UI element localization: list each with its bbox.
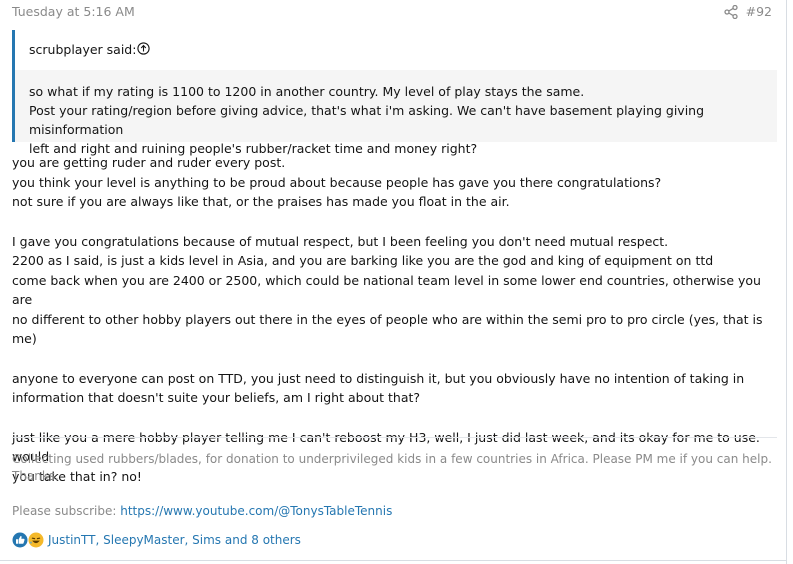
body-line: come back when you are 2400 or 2500, whi… <box>12 272 761 308</box>
body-line: anyone to everyone can post on TTD, you … <box>12 370 745 386</box>
subscribe-line: Please subscribe: https://www.youtube.co… <box>12 503 777 520</box>
signature-line: Thanks. <box>12 469 59 483</box>
body-line: you think your level is anything to be p… <box>12 174 662 190</box>
quote-line: so what if my rating is 1100 to 1200 in … <box>29 84 585 99</box>
post-bottom-border <box>0 560 787 561</box>
arrow-up-circle-icon[interactable] <box>137 42 150 55</box>
signature: Collecting used rubbers/blades, for dona… <box>12 451 777 520</box>
quote-line: Post your rating/region before giving ad… <box>29 103 705 137</box>
youtube-link[interactable]: https://www.youtube.com/@TonysTableTenni… <box>120 504 392 518</box>
subscribe-label: Please subscribe: <box>12 504 121 518</box>
body-line: you are getting ruder and ruder every po… <box>12 155 286 170</box>
body-line: no different to other hobby players out … <box>12 311 763 347</box>
quote-block: scrubplayer said: so what if my rating i… <box>12 30 777 156</box>
body-line: not sure if you are always like that, or… <box>12 194 510 209</box>
body-line: information that doesn't suite your beli… <box>12 390 421 405</box>
quote-body: so what if my rating is 1100 to 1200 in … <box>29 82 767 158</box>
reactions-users-link[interactable]: JustinTT, SleepyMaster, Sims and 8 other… <box>48 533 301 547</box>
quote-author[interactable]: scrubplayer said: <box>29 42 136 57</box>
forum-post: Tuesday at 5:16 AM #92 scrubplayer said:… <box>0 0 787 564</box>
post-header: Tuesday at 5:16 AM #92 <box>12 4 772 22</box>
body-line: I gave you congratulations because of mu… <box>12 233 669 249</box>
post-date-link[interactable]: Tuesday at 5:16 AM <box>12 4 135 19</box>
signature-divider <box>12 437 777 438</box>
body-line: 2200 as I said, is just a kids level in … <box>12 253 714 268</box>
laugh-icon[interactable] <box>28 532 44 548</box>
signature-line: Collecting used rubbers/blades, for dona… <box>12 452 772 466</box>
like-icon[interactable] <box>12 532 28 548</box>
post-number-link[interactable]: #92 <box>746 4 772 19</box>
quote-header: scrubplayer said: <box>15 30 777 70</box>
share-icon[interactable] <box>724 5 738 19</box>
